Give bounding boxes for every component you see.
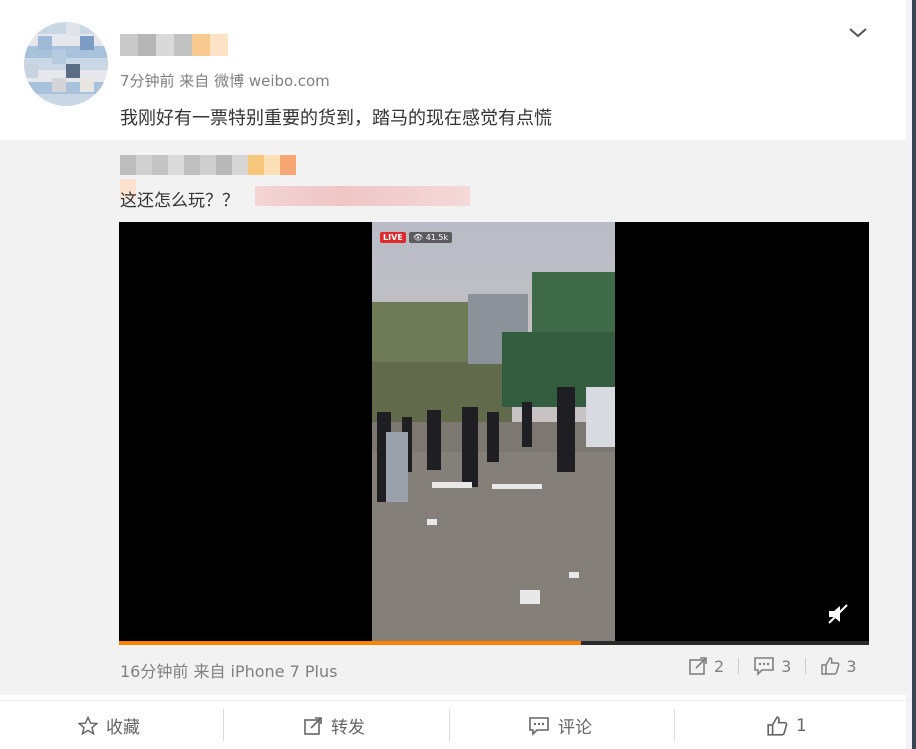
divider <box>223 709 224 741</box>
comment-label: 评论 <box>558 718 592 738</box>
like-button[interactable]: 1 <box>766 701 807 749</box>
thumbs-up-icon <box>821 657 840 675</box>
repost-count: 2 <box>714 656 725 676</box>
favorite-label: 收藏 <box>106 718 140 738</box>
repost-stats: 2 3 3 <box>688 656 857 676</box>
video-scene-image <box>372 222 615 645</box>
like-label: 1 <box>796 715 807 736</box>
video-frame[interactable]: LIVE 👁 41.5k <box>372 222 615 645</box>
repost-label: 转发 <box>331 718 365 738</box>
comment-icon <box>529 716 549 736</box>
divider <box>738 658 740 674</box>
action-bar: 收藏 转发 评论 1 <box>0 700 906 749</box>
avatar[interactable] <box>24 22 108 106</box>
thumbs-up-icon <box>767 715 788 736</box>
comment-button[interactable]: 评论 <box>528 701 592 749</box>
comment-count-button[interactable]: 3 <box>753 656 791 676</box>
repost-count-button[interactable]: 2 <box>688 656 724 676</box>
post-text: 我刚好有一票特别重要的货到，踏马的现在感觉有点慌 <box>120 108 552 129</box>
live-badge: LIVE <box>380 232 406 243</box>
like-count: 3 <box>846 656 857 676</box>
divider <box>449 709 450 741</box>
post-meta: 7分钟前 来自 微博 weibo.com <box>120 72 330 90</box>
viewer-count-value: 41.5k <box>425 233 449 242</box>
original-username-blurred[interactable] <box>120 155 310 199</box>
star-icon <box>78 715 98 735</box>
favorite-button[interactable]: 收藏 <box>78 701 140 749</box>
divider <box>674 709 675 741</box>
window-edge <box>912 0 916 749</box>
like-count-button[interactable]: 3 <box>820 656 857 676</box>
mute-icon[interactable] <box>826 602 850 626</box>
blurred-link[interactable] <box>255 186 470 206</box>
repost-button[interactable]: 转发 <box>303 701 365 749</box>
video-progress-fill <box>119 641 581 645</box>
repost-footer-meta: 16分钟前 来自 iPhone 7 Plus <box>120 662 338 681</box>
video-progress-bar[interactable] <box>119 641 869 645</box>
chevron-down-icon[interactable] <box>846 22 870 44</box>
share-icon <box>689 657 707 675</box>
share-icon <box>304 716 322 735</box>
repost-text: 这还怎么玩？？ <box>120 191 239 211</box>
viewer-count: 👁 41.5k <box>409 232 453 243</box>
comment-count: 3 <box>781 656 792 676</box>
comment-icon <box>754 657 774 676</box>
video-player[interactable]: LIVE 👁 41.5k <box>119 222 869 645</box>
divider <box>805 658 807 674</box>
username-blurred[interactable] <box>120 34 230 56</box>
